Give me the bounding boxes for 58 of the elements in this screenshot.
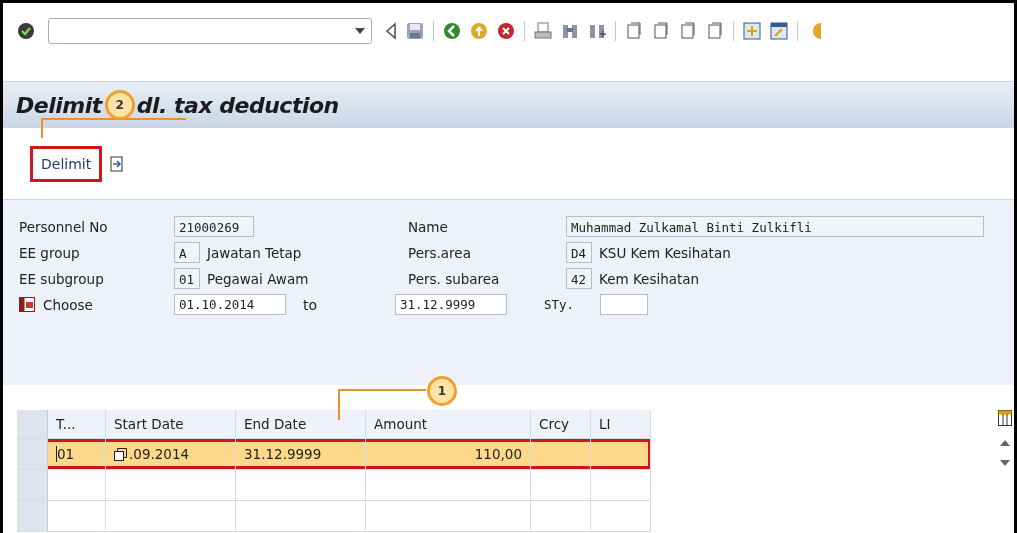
field-value: Muhammad Zulkamal Binti Zulkifli: [566, 216, 984, 237]
field-label: EE subgroup: [18, 270, 105, 287]
field-label: Name: [408, 218, 449, 235]
cancel-icon[interactable]: [497, 22, 515, 40]
screen-title: dl. tax deduction: [136, 92, 339, 118]
calendar-icon[interactable]: [19, 297, 35, 312]
column-header[interactable]: Amount: [366, 410, 531, 438]
field-label: Choose: [43, 296, 93, 313]
subtype-field[interactable]: [600, 294, 648, 315]
field-label: STy.: [543, 297, 576, 312]
screen-title: Delimit: [16, 92, 102, 118]
caret-icon[interactable]: [355, 28, 365, 34]
window-icon[interactable]: [770, 22, 788, 40]
back-triangle-icon[interactable]: [385, 22, 397, 40]
field-value: 42: [566, 268, 592, 289]
confirm-icon[interactable]: [17, 22, 35, 40]
copy-icon[interactable]: [114, 447, 127, 461]
page-icon[interactable]: [652, 22, 670, 40]
date-field[interactable]: 31.12.9999: [395, 294, 507, 315]
page-icon[interactable]: [679, 22, 697, 40]
column-header[interactable]: Start Date: [106, 410, 236, 438]
callout-marker: 2: [104, 90, 135, 120]
field-value: 21000269: [174, 216, 254, 237]
field-label: EE group: [18, 244, 81, 261]
field-label: Pers. subarea: [408, 270, 501, 287]
table-cell: 110,00: [474, 446, 522, 462]
column-header[interactable]: End Date: [236, 410, 366, 438]
binoculars-icon[interactable]: [561, 22, 579, 40]
field-label: to: [302, 296, 319, 313]
field-text: Kem Kesihatan: [599, 270, 701, 287]
scroll-down-icon[interactable]: [1000, 460, 1010, 466]
field-value: D4: [566, 242, 592, 263]
field-value: 01: [174, 268, 200, 289]
scroll-up-icon[interactable]: [1000, 440, 1010, 446]
save-icon[interactable]: [406, 22, 424, 40]
table-cell: 01: [56, 446, 75, 462]
field-label: Personnel No: [18, 218, 109, 235]
column-header[interactable]: T...: [48, 410, 106, 438]
back-icon[interactable]: [443, 22, 461, 40]
table-cell: 31.12.9999: [244, 446, 322, 462]
binoculars-plus-icon[interactable]: [588, 22, 606, 40]
page-icon[interactable]: [706, 22, 724, 40]
table-cell: .09.2014: [129, 446, 190, 462]
field-value: A: [174, 242, 200, 263]
delimit-button[interactable]: Delimit: [30, 145, 103, 182]
field-label: Pers.area: [408, 244, 472, 261]
print-icon[interactable]: [534, 22, 552, 40]
field-text: KSU Kem Kesihatan: [599, 244, 732, 261]
table-row[interactable]: 01 .09.2014 31.12.9999 110,00: [17, 439, 651, 470]
field-text: Pegawai Awam: [207, 270, 310, 287]
column-header[interactable]: LI: [591, 410, 651, 438]
date-field[interactable]: 01.10.2014: [174, 294, 286, 315]
column-header[interactable]: Crcy: [531, 410, 591, 438]
callout-marker: 1: [427, 376, 457, 406]
command-field[interactable]: [48, 18, 372, 44]
column-settings-icon[interactable]: [998, 410, 1012, 426]
field-text: Jawatan Tetap: [207, 244, 303, 261]
page-icon[interactable]: [625, 22, 643, 40]
